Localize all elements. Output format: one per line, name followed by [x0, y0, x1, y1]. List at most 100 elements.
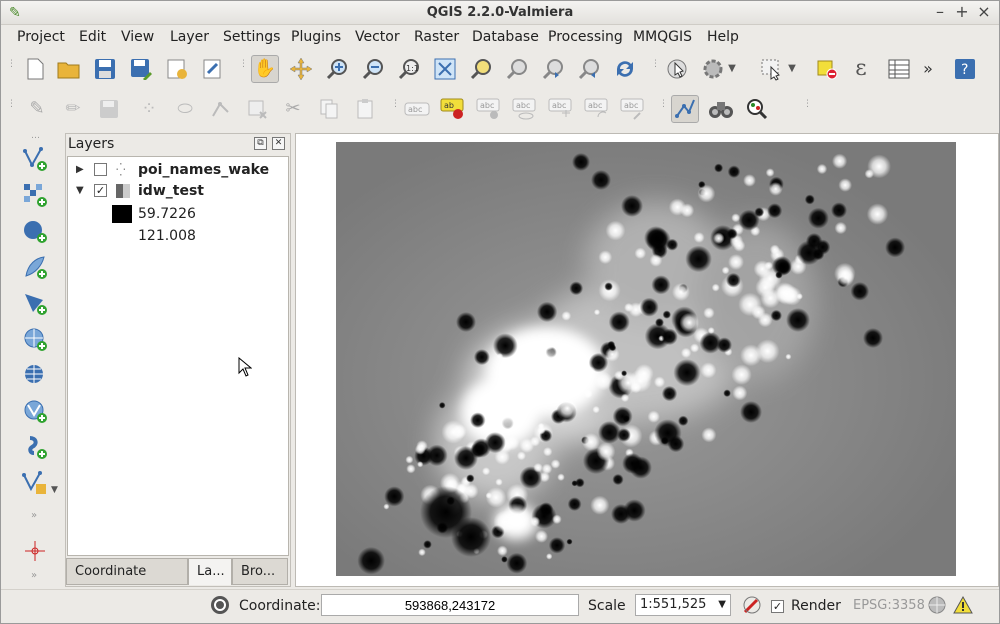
chevron-down-icon[interactable]: ▼	[51, 485, 58, 495]
vector-tool-icon[interactable]	[671, 95, 699, 123]
toolbar-handle[interactable]: ⋮	[7, 100, 16, 109]
chevron-down-icon[interactable]: ▼	[718, 595, 726, 615]
stop-rendering-icon[interactable]	[741, 594, 763, 616]
change-label-icon[interactable]: abc	[619, 95, 647, 123]
coordinate-field[interactable]	[321, 594, 579, 616]
open-project-icon[interactable]	[55, 55, 83, 83]
delete-selected-icon[interactable]	[243, 95, 271, 123]
show-hide-labels-icon[interactable]: abc	[511, 95, 539, 123]
render-checkbox[interactable]: ✓	[771, 600, 784, 613]
minimize-button[interactable]: –	[931, 3, 949, 21]
zoom-out-icon[interactable]	[359, 55, 387, 83]
rotate-label-icon[interactable]: abc	[583, 95, 611, 123]
toolbar-handle[interactable]: …	[31, 132, 40, 141]
field-calculator-icon[interactable]: ε	[847, 55, 875, 83]
menu-help[interactable]: Help	[707, 29, 739, 45]
messages-icon[interactable]	[209, 594, 231, 616]
add-wms-layer-icon[interactable]	[19, 323, 51, 355]
toolbar-handle[interactable]: ⋮	[239, 60, 248, 69]
new-shapefile-layer-icon[interactable]	[19, 467, 51, 499]
tab-layers[interactable]: La...	[188, 558, 232, 585]
zoom-to-selection-icon[interactable]	[503, 55, 531, 83]
toolbar-expand-icon[interactable]: »	[31, 571, 43, 581]
layer-name[interactable]: poi_names_wake	[138, 160, 269, 180]
refresh-icon[interactable]	[611, 55, 639, 83]
layer-row-idw-test[interactable]: ▼ ✓ idw_test	[68, 181, 288, 201]
toolbar-handle[interactable]: ⋮	[651, 60, 660, 69]
menu-vector[interactable]: Vector	[355, 29, 400, 45]
save-layer-edits-icon[interactable]	[95, 95, 123, 123]
add-delimited-text-layer-icon[interactable]	[19, 431, 51, 463]
add-spatialite-layer-icon[interactable]	[19, 251, 51, 283]
menu-project[interactable]: Project	[17, 29, 65, 45]
toolbar-expand-icon[interactable]: »	[31, 511, 43, 521]
add-postgis-layer-icon[interactable]	[19, 215, 51, 247]
cut-features-icon[interactable]: ✂	[279, 95, 307, 123]
menu-edit[interactable]: Edit	[79, 29, 106, 45]
add-vector-layer-icon[interactable]	[19, 143, 51, 175]
deselect-all-icon[interactable]	[813, 55, 841, 83]
search-features-icon[interactable]	[743, 95, 771, 123]
label-layer-icon[interactable]: abc	[403, 95, 431, 123]
binoculars-icon[interactable]	[707, 95, 735, 123]
pin-labels-icon[interactable]: ab	[439, 95, 467, 123]
copy-features-icon[interactable]	[315, 95, 343, 123]
menu-raster[interactable]: Raster	[414, 29, 459, 45]
pan-map-icon[interactable]: ✋	[251, 55, 279, 83]
move-feature-icon[interactable]: ⬭	[171, 95, 199, 123]
add-raster-layer-icon[interactable]	[19, 179, 51, 211]
toolbar-handle[interactable]: ⋮	[803, 100, 812, 109]
help-icon[interactable]: ?	[951, 55, 979, 83]
add-crosshair-icon[interactable]	[19, 535, 51, 567]
menu-database[interactable]: Database	[472, 29, 539, 45]
tab-coordinate-capture[interactable]: Coordinate Cap...	[66, 558, 188, 604]
run-feature-action-icon[interactable]	[699, 55, 727, 83]
layer-row-poi-names-wake[interactable]: ▶ ⁛ poi_names_wake	[68, 160, 288, 180]
crs-globe-icon[interactable]	[926, 594, 948, 616]
composer-manager-icon[interactable]	[199, 55, 227, 83]
add-mssql-layer-icon[interactable]	[19, 287, 51, 319]
zoom-in-icon[interactable]	[323, 55, 351, 83]
crs-status[interactable]: EPSG:3358	[853, 598, 925, 613]
zoom-next-icon[interactable]	[575, 55, 603, 83]
chevron-down-icon[interactable]: ▼	[725, 59, 739, 79]
menu-mmqgis[interactable]: MMQGIS	[633, 29, 692, 45]
warning-icon[interactable]	[952, 594, 974, 616]
current-edits-icon[interactable]: ✎	[23, 95, 51, 123]
zoom-full-icon[interactable]	[431, 55, 459, 83]
highlight-pinned-labels-icon[interactable]: abc	[475, 95, 503, 123]
zoom-to-layer-icon[interactable]	[467, 55, 495, 83]
add-feature-icon[interactable]: ⁘	[135, 95, 163, 123]
paste-features-icon[interactable]	[351, 95, 379, 123]
map-canvas[interactable]	[295, 133, 999, 587]
identify-features-icon[interactable]	[663, 55, 691, 83]
add-wcs-layer-icon[interactable]	[19, 359, 51, 391]
attribute-table-icon[interactable]	[885, 55, 913, 83]
layer-visibility-checkbox[interactable]: ✓	[94, 184, 107, 197]
close-panel-icon[interactable]: ✕	[272, 137, 285, 150]
expand-arrow-icon[interactable]: ▶	[76, 160, 84, 180]
chevron-down-icon[interactable]: ▼	[785, 59, 799, 79]
move-label-icon[interactable]: abc	[547, 95, 575, 123]
new-print-composer-icon[interactable]	[163, 55, 191, 83]
collapse-arrow-icon[interactable]: ▼	[76, 181, 84, 201]
layer-visibility-checkbox[interactable]	[94, 163, 107, 176]
toolbar-handle[interactable]: ⋮	[7, 60, 16, 69]
maximize-button[interactable]: +	[953, 3, 971, 21]
add-wfs-layer-icon[interactable]	[19, 395, 51, 427]
toolbar-handle[interactable]: ⋮	[659, 100, 668, 109]
save-project-icon[interactable]	[91, 55, 119, 83]
menu-layer[interactable]: Layer	[170, 29, 209, 45]
scale-combobox[interactable]: 1:551,525 ▼	[635, 594, 731, 616]
menu-settings[interactable]: Settings	[223, 29, 280, 45]
zoom-actual-size-icon[interactable]: 1:1	[395, 55, 423, 83]
tab-browser[interactable]: Bro...	[232, 558, 288, 585]
menu-view[interactable]: View	[121, 29, 154, 45]
pan-to-selection-icon[interactable]	[287, 55, 315, 83]
toggle-editing-icon[interactable]: ✏	[59, 95, 87, 123]
toolbar-handle[interactable]: ⋮	[391, 100, 400, 109]
layer-name[interactable]: idw_test	[138, 181, 204, 201]
node-tool-icon[interactable]	[207, 95, 235, 123]
menu-processing[interactable]: Processing	[548, 29, 623, 45]
new-project-icon[interactable]	[21, 55, 49, 83]
